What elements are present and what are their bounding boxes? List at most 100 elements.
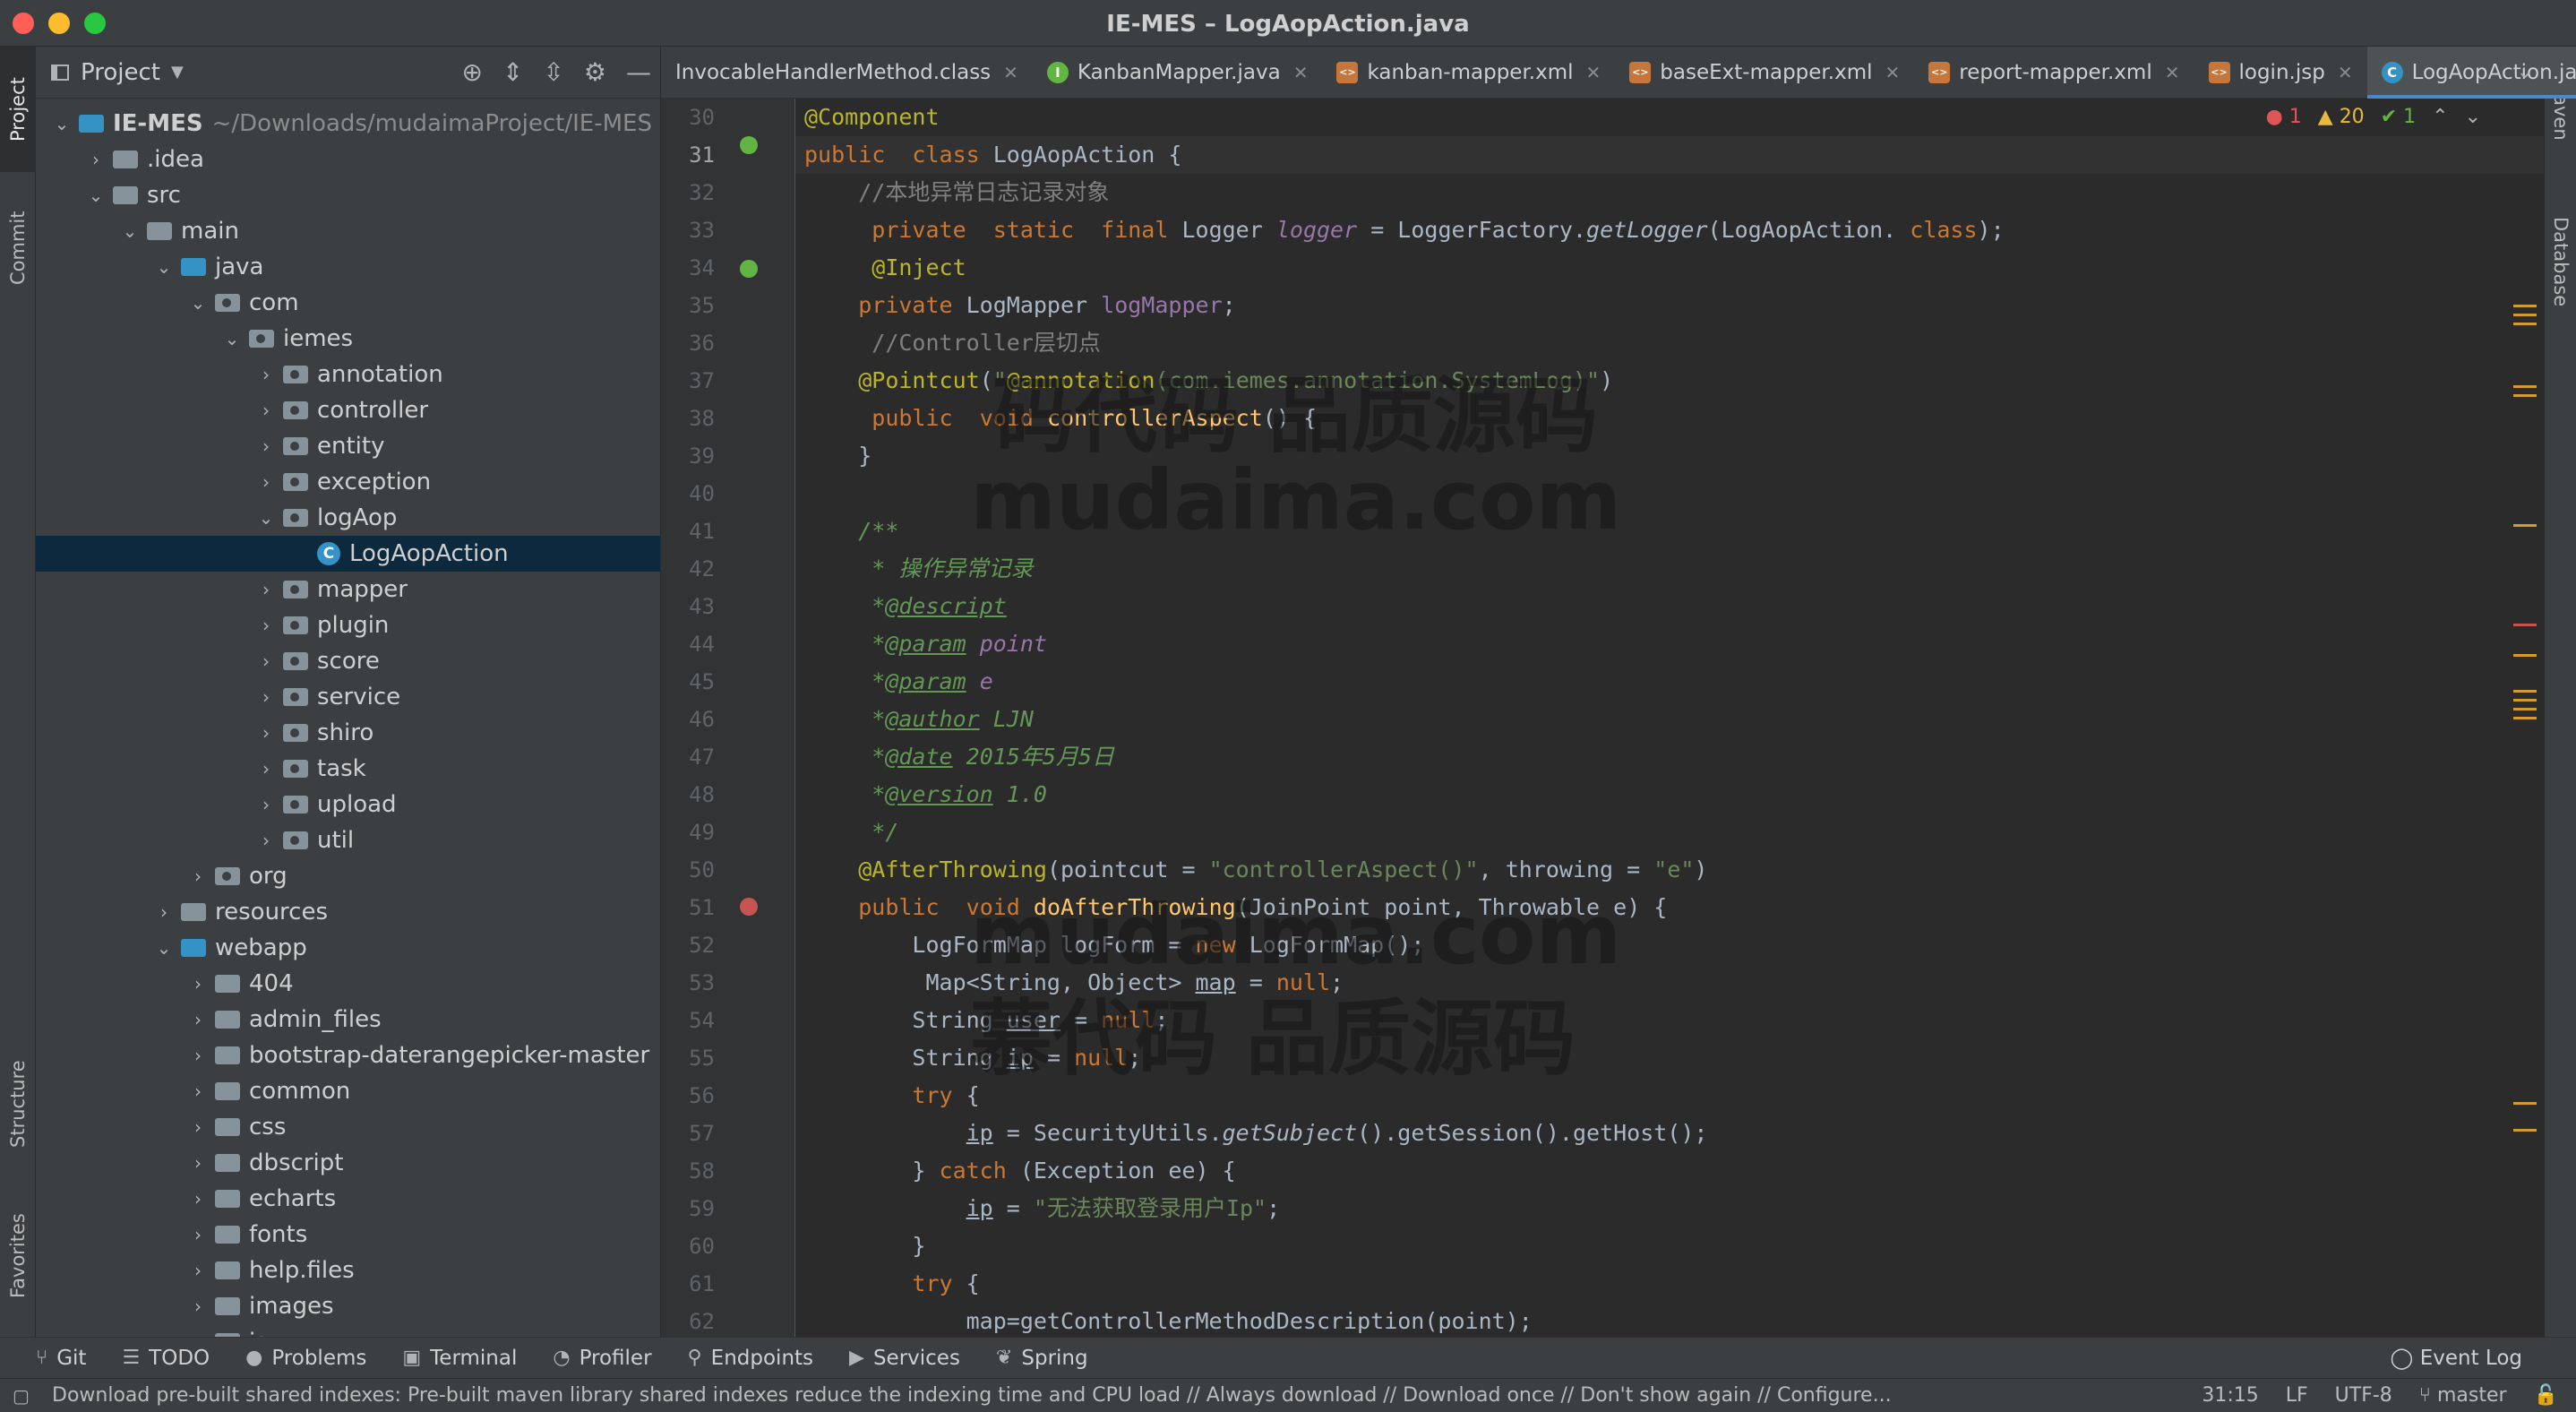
code-line[interactable]: *@date 2015年5月5日	[804, 738, 1114, 776]
code-area[interactable]: @Component public class LogAopAction { //…	[804, 99, 2508, 1337]
locate-icon[interactable]: ⊕	[461, 57, 482, 87]
code-line[interactable]: *@param point	[804, 625, 1047, 663]
warning-mark[interactable]	[2513, 524, 2537, 527]
tool-window-spring[interactable]: ❦ Spring	[996, 1347, 1088, 1370]
warning-mark[interactable]	[2513, 1129, 2537, 1132]
tree-item[interactable]: ›js	[36, 1324, 660, 1337]
editor-tab[interactable]: CLogAopAction.java✕	[2366, 46, 2576, 99]
event-log-button[interactable]: ◯ Event Log	[2391, 1347, 2522, 1370]
warning-mark[interactable]	[2513, 314, 2537, 316]
close-icon[interactable]: ✕	[2165, 62, 2180, 83]
line-number[interactable]: 49	[661, 814, 715, 851]
editor-tab[interactable]: <> kanban-mapper.xml ✕	[1322, 47, 1615, 99]
tool-window-git[interactable]: ⑂ Git	[36, 1347, 86, 1370]
code-line[interactable]: private static final Logger logger = Log…	[804, 211, 2004, 249]
chevron-right-icon[interactable]: ›	[256, 830, 276, 851]
status-toggle-icon[interactable]: ▢	[13, 1385, 30, 1407]
close-icon[interactable]: ✕	[2338, 62, 2353, 83]
editor-tab[interactable]: <> login.jsp ✕	[2194, 47, 2367, 99]
tree-item[interactable]: › task	[36, 751, 660, 787]
tool-window-services[interactable]: ▶ Services	[849, 1347, 960, 1370]
caret-position[interactable]: 31:15	[2202, 1384, 2258, 1407]
chevron-right-icon[interactable]: ›	[256, 615, 276, 636]
tool-tab-structure[interactable]: Structure	[0, 1032, 36, 1175]
chevron-down-icon[interactable]: ⌄	[188, 292, 208, 314]
chevron-right-icon[interactable]: ›	[188, 973, 208, 994]
close-icon[interactable]: ✕	[1293, 62, 1309, 83]
chevron-right-icon[interactable]: ›	[188, 1224, 208, 1245]
code-line[interactable]: /**	[804, 512, 898, 550]
tree-item[interactable]: ⌄ main	[36, 213, 660, 249]
tree-item[interactable]: › entity	[36, 428, 660, 464]
chevron-right-icon[interactable]: ›	[188, 1152, 208, 1174]
chevron-right-icon[interactable]: ›	[256, 794, 276, 815]
code-line[interactable]: try {	[804, 1077, 979, 1115]
chevron-right-icon[interactable]: ›	[256, 686, 276, 708]
close-icon[interactable]: ✕	[1885, 62, 1901, 83]
line-number[interactable]: 45	[661, 663, 715, 701]
code-line[interactable]: @Inject	[804, 249, 966, 287]
tool-tab-project[interactable]: Project	[0, 47, 36, 172]
chevron-right-icon[interactable]: ›	[256, 758, 276, 779]
tree-item[interactable]: › .idea	[36, 142, 660, 177]
tree-item[interactable]: › help.files	[36, 1253, 660, 1288]
expand-all-icon[interactable]: ⇕	[502, 57, 523, 87]
line-number[interactable]: 52	[661, 926, 715, 964]
tree-item[interactable]: ⌄ src	[36, 177, 660, 213]
tool-window-problems[interactable]: ● Problems	[245, 1347, 366, 1370]
line-number[interactable]: 53	[661, 964, 715, 1002]
tool-tab-favorites[interactable]: Favorites	[0, 1184, 36, 1328]
chevron-right-icon[interactable]: ›	[188, 1045, 208, 1066]
tree-item[interactable]: › service	[36, 679, 660, 715]
warning-count[interactable]: ▲ 20	[2318, 106, 2365, 128]
editor-tab[interactable]: <> baseExt-mapper.xml ✕	[1615, 47, 1914, 99]
chevron-down-icon[interactable]: ⌄	[222, 328, 242, 349]
line-number[interactable]: 47	[661, 738, 715, 776]
status-message[interactable]: Download pre-built shared indexes: Pre-b…	[52, 1384, 1892, 1407]
chevron-right-icon[interactable]: ›	[256, 722, 276, 744]
tree-item[interactable]: ⌄ logAop	[36, 500, 660, 536]
tool-window-endpoints[interactable]: ⚲ Endpoints	[688, 1347, 813, 1370]
warning-mark[interactable]	[2513, 394, 2537, 397]
code-line[interactable]: *@version 1.0	[804, 776, 1047, 814]
tree-item[interactable]: › org	[36, 858, 660, 894]
chevron-right-icon[interactable]: ›	[86, 149, 106, 170]
chevron-right-icon[interactable]: ›	[256, 650, 276, 672]
code-line[interactable]: }	[804, 437, 872, 475]
advice-gutter-icon[interactable]	[740, 898, 758, 916]
tree-item[interactable]: ⌄ iemes	[36, 321, 660, 357]
line-number[interactable]: 60	[661, 1227, 715, 1265]
line-number[interactable]: 50	[661, 851, 715, 889]
tool-tab-database[interactable]: Database	[2545, 190, 2576, 333]
line-number[interactable]: 42	[661, 550, 715, 588]
chevron-right-icon[interactable]: ›	[188, 1009, 208, 1030]
bean-gutter-icon[interactable]	[740, 260, 758, 278]
chevron-right-icon[interactable]: ›	[188, 1296, 208, 1317]
chevron-right-icon[interactable]: ›	[188, 865, 208, 887]
tree-item[interactable]: › resources	[36, 894, 660, 930]
line-number[interactable]: 41	[661, 512, 715, 550]
code-line[interactable]: }	[804, 1227, 925, 1265]
chevron-right-icon[interactable]: ›	[256, 471, 276, 493]
tree-item[interactable]: › shiro	[36, 715, 660, 751]
code-line[interactable]: public class LogAopAction {	[804, 136, 1181, 174]
tool-window-terminal[interactable]: ▣ Terminal	[402, 1347, 517, 1370]
tree-item[interactable]: › mapper	[36, 572, 660, 607]
line-number[interactable]: 32	[661, 174, 715, 211]
line-number[interactable]: 46	[661, 701, 715, 738]
tree-item[interactable]: › bootstrap-daterangepicker-master	[36, 1037, 660, 1073]
line-number[interactable]: 57	[661, 1115, 715, 1152]
code-line[interactable]: //本地异常日志记录对象	[804, 174, 1109, 211]
tree-item[interactable]: ⌄ java	[36, 249, 660, 285]
implemented-gutter-icon[interactable]	[740, 136, 758, 154]
line-number[interactable]: 30	[661, 99, 715, 136]
warning-mark[interactable]	[2513, 305, 2537, 307]
lock-icon[interactable]: 🔓	[2534, 1384, 2558, 1407]
warning-mark[interactable]	[2513, 690, 2537, 693]
tree-item[interactable]: › util	[36, 822, 660, 858]
editor-tab[interactable]: <> report-mapper.xml ✕	[1914, 47, 2194, 99]
chevron-down-icon[interactable]: ⌄	[52, 113, 72, 134]
tree-item[interactable]: › exception	[36, 464, 660, 500]
tree-item[interactable]: › 404	[36, 966, 660, 1002]
tree-item[interactable]: › controller	[36, 392, 660, 428]
